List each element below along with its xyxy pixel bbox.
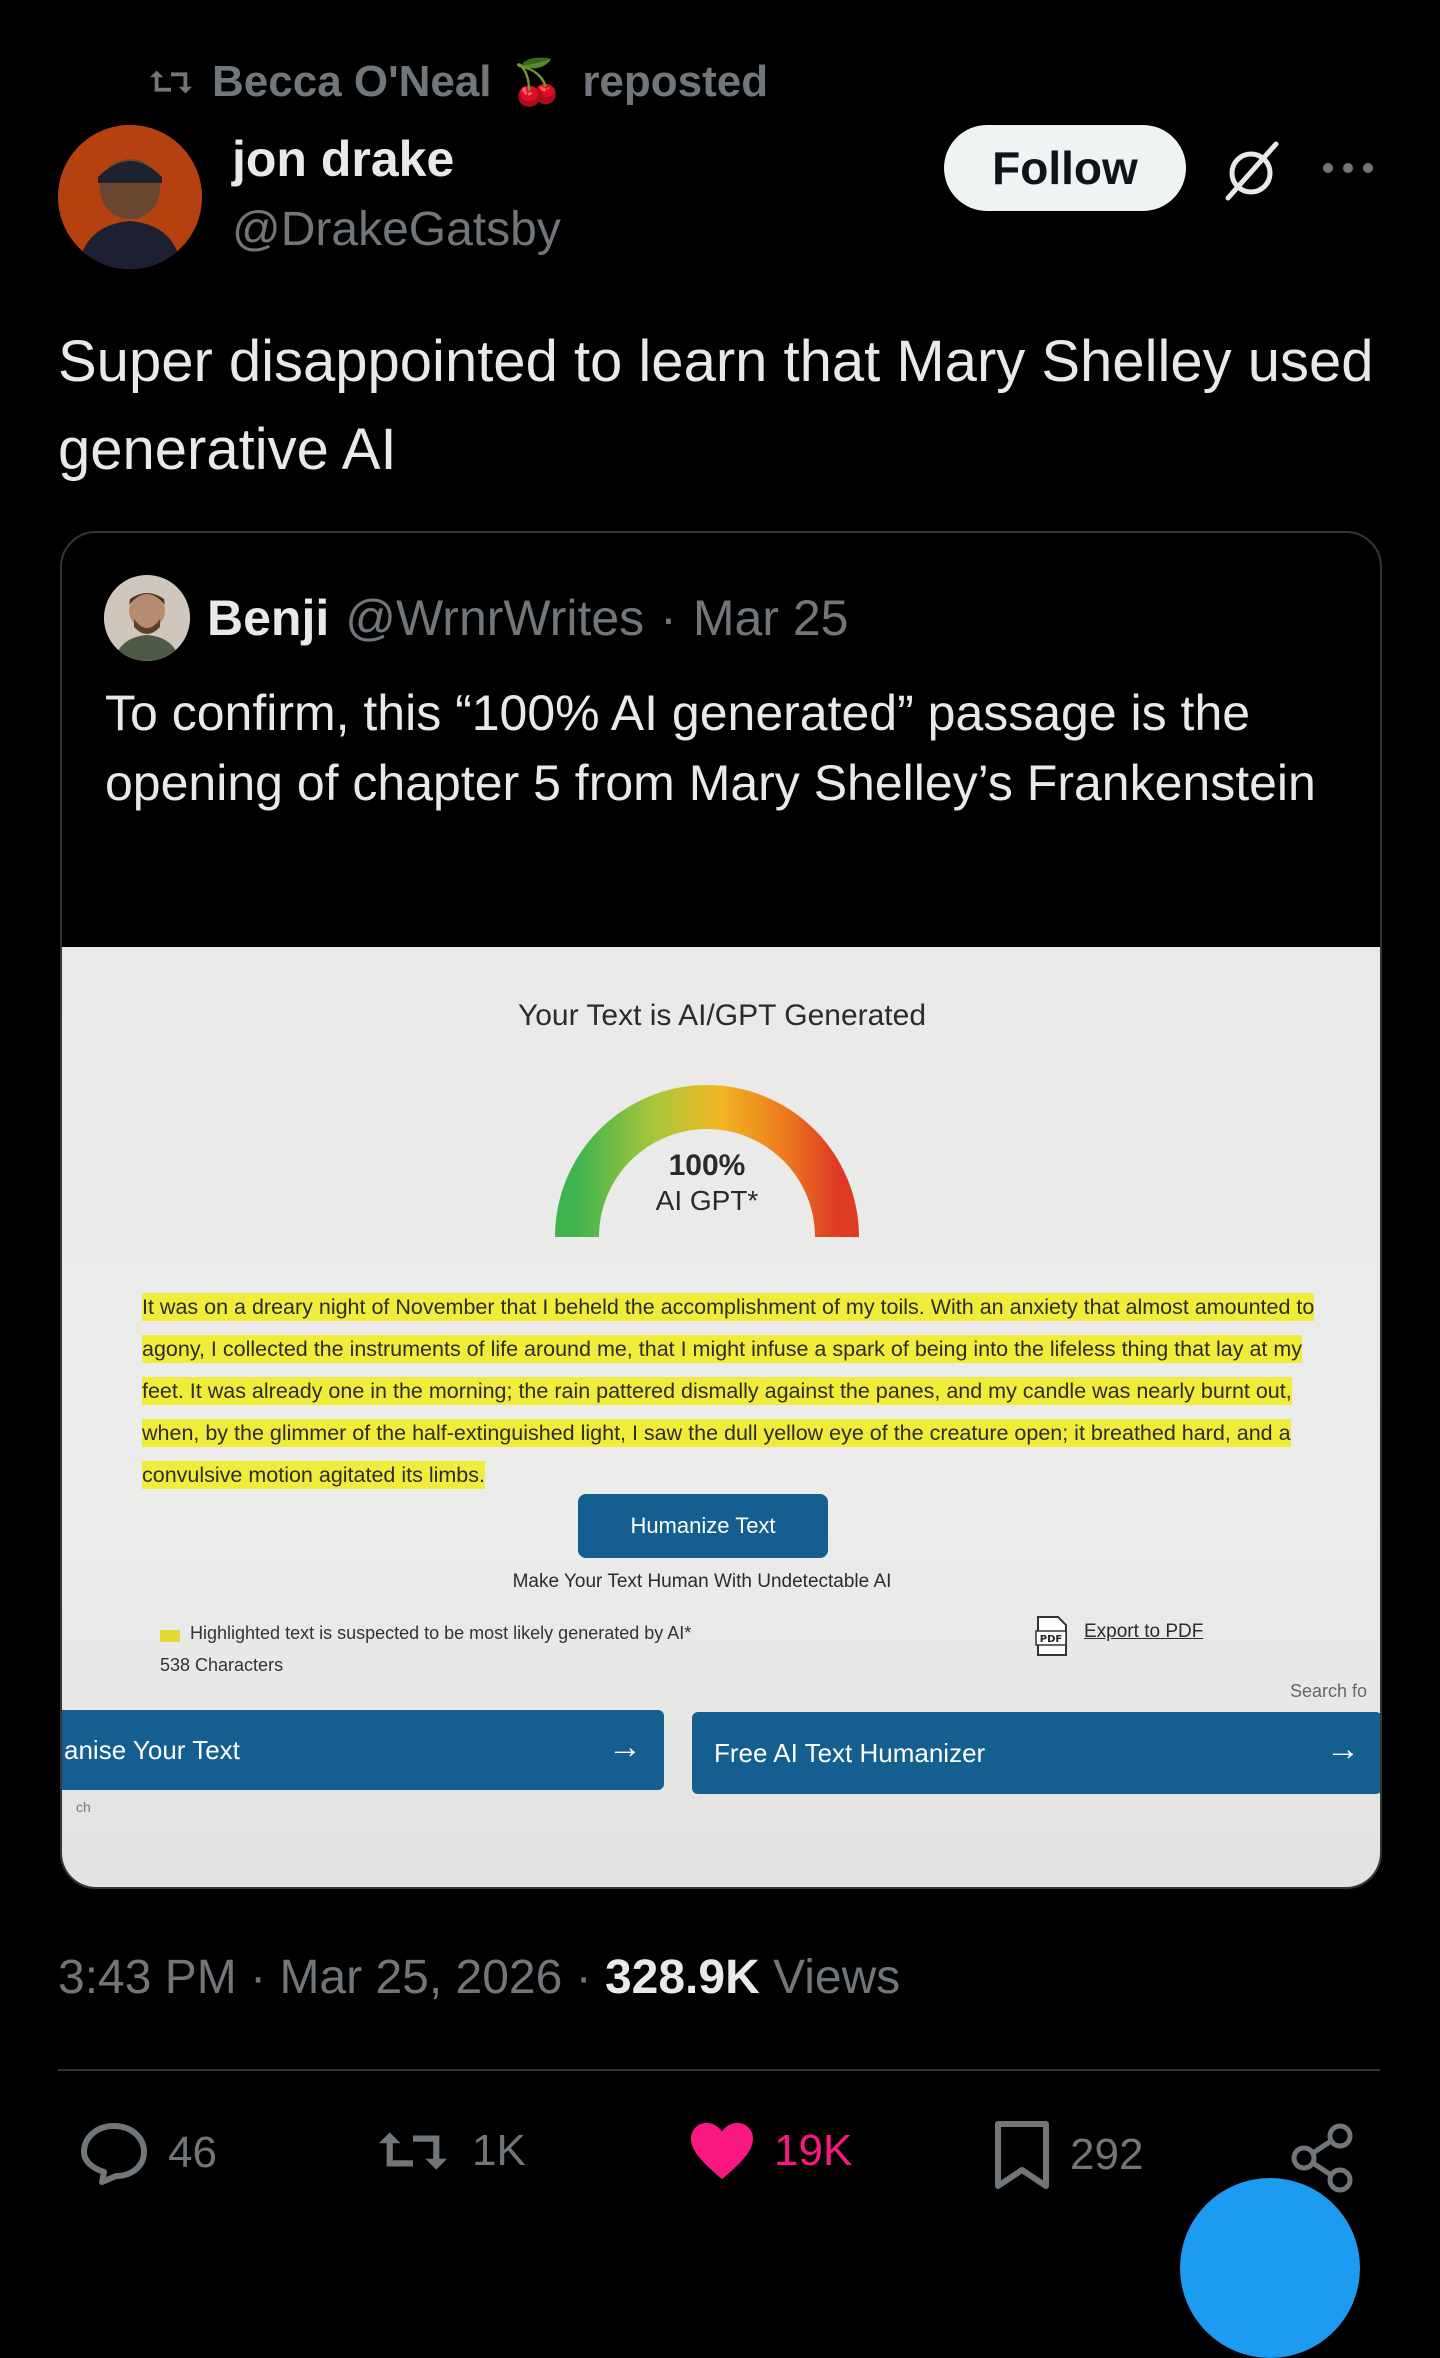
gauge-label: AI GPT*: [655, 1185, 759, 1216]
arrow-right-icon: →: [1326, 1730, 1360, 1768]
repost-icon: [378, 2132, 448, 2170]
quoted-photo[interactable]: Your Text is AI/GPT Generated 100% AI GP…: [62, 947, 1380, 1887]
heart-icon: [691, 2122, 753, 2180]
detector-title: Your Text is AI/GPT Generated: [517, 999, 927, 1032]
repost-indicator[interactable]: Becca O'Neal 🍒 reposted: [148, 56, 768, 108]
repost-button[interactable]: 1K: [372, 2120, 526, 2182]
gauge-percent: 100%: [668, 1149, 746, 1182]
quoted-text: To confirm, this “100% AI generated” pas…: [105, 685, 1316, 811]
author-avatar[interactable]: [58, 125, 202, 269]
svg-text:PDF: PDF: [1040, 1634, 1062, 1645]
quoted-post[interactable]: Benji @WrnrWrites · Mar 25 To confirm, t…: [60, 531, 1382, 1889]
grok-icon[interactable]: [1218, 138, 1284, 204]
post-time: 3:43 PM: [58, 1951, 237, 2004]
post-date: Mar 25, 2026: [279, 1951, 563, 2004]
like-button[interactable]: 19K: [688, 2120, 852, 2182]
follow-button[interactable]: Follow: [944, 125, 1186, 211]
highlight-legend: Highlighted text is suspected to be most…: [190, 1623, 692, 1643]
humanise-banner[interactable]: anise Your Text →: [62, 1710, 664, 1790]
quoted-handle[interactable]: @WrnrWrites: [345, 589, 644, 647]
pdf-icon[interactable]: PDF: [1034, 1615, 1070, 1657]
humanise-banner-label: anise Your Text: [64, 1734, 240, 1765]
free-humanizer-banner[interactable]: Free AI Text Humanizer →: [692, 1712, 1380, 1794]
export-pdf-link[interactable]: Export to PDF: [1084, 1621, 1203, 1643]
search-partial-text: Search fo: [1290, 1681, 1368, 1701]
arrow-right-icon: →: [608, 1728, 642, 1766]
divider: [58, 2069, 1380, 2071]
post-timestamp[interactable]: 3:43 PM · Mar 25, 2026 · 328.9K Views: [58, 1950, 900, 2005]
quoted-separator: ·: [660, 590, 677, 646]
quoted-date[interactable]: Mar 25: [693, 589, 849, 647]
highlight-swatch: [160, 1630, 180, 1642]
views-label: Views: [773, 1951, 901, 2004]
cherry-emoji: 🍒: [509, 57, 565, 108]
quoted-meta: Benji @WrnrWrites · Mar 25: [207, 589, 848, 647]
reply-button[interactable]: 46: [78, 2120, 217, 2186]
post-text: Super disappointed to learn that Mary Sh…: [58, 329, 1374, 482]
free-humanizer-label: Free AI Text Humanizer: [714, 1737, 986, 1768]
like-count: 19K: [774, 2126, 853, 2175]
quoted-avatar[interactable]: [104, 575, 190, 661]
quoted-name[interactable]: Benji: [207, 589, 329, 647]
bookmark-button[interactable]: 292: [992, 2120, 1143, 2190]
repost-count: 1K: [472, 2126, 526, 2175]
timestamp-separator: ·: [250, 1951, 267, 2004]
more-icon[interactable]: [1320, 155, 1376, 181]
views-count: 328.9K: [604, 1951, 760, 2004]
compose-fab[interactable]: [1180, 2178, 1360, 2358]
repost-icon: [149, 70, 193, 94]
passage-text: It was on a dreary night of November tha…: [142, 1293, 1315, 1489]
highlighted-passage: It was on a dreary night of November tha…: [142, 1286, 1342, 1496]
author-handle[interactable]: @DrakeGatsby: [232, 202, 561, 257]
repost-user: Becca O'Neal: [212, 57, 492, 106]
timestamp-separator: ·: [575, 1951, 592, 2004]
bookmark-icon: [995, 2121, 1049, 2189]
character-count: 538 Characters: [160, 1655, 284, 1675]
partial-text: ch: [76, 1799, 91, 1815]
humanize-subtitle: Make Your Text Human With Undetectable A…: [512, 1571, 892, 1592]
repost-label: reposted: [582, 57, 769, 106]
author-name[interactable]: jon drake: [232, 130, 454, 188]
bookmark-count: 292: [1070, 2130, 1144, 2179]
reply-icon: [81, 2123, 147, 2185]
humanize-button[interactable]: Humanize Text: [578, 1494, 828, 1558]
reply-count: 46: [168, 2128, 217, 2177]
